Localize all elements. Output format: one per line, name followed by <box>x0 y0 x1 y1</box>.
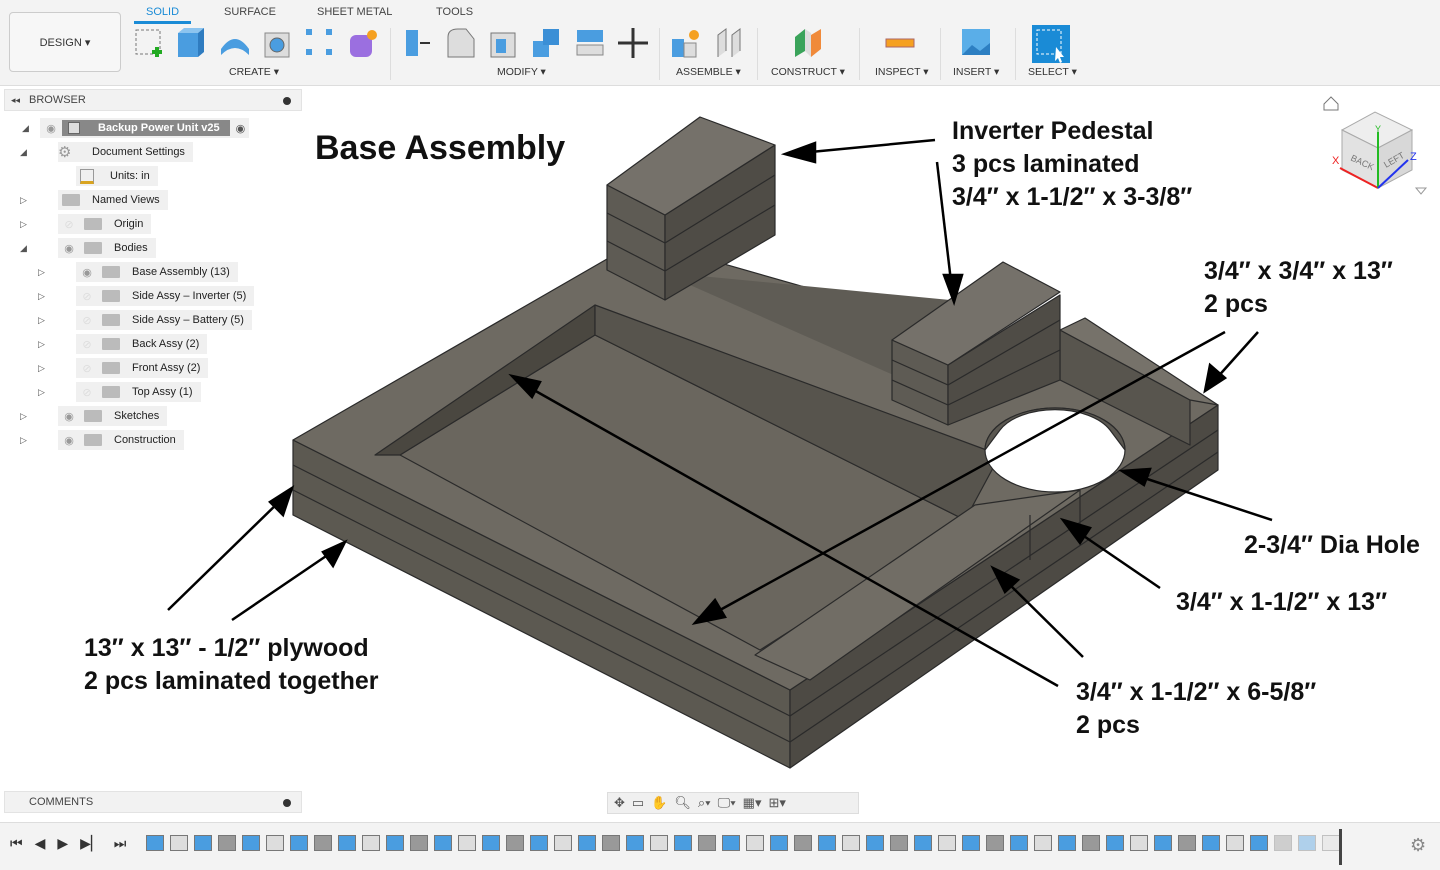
timeline-feature-icon[interactable] <box>410 835 428 851</box>
timeline-feature-icon[interactable] <box>890 835 908 851</box>
timeline-feature-icon[interactable] <box>458 835 476 851</box>
navigation-bar: ✥ ▭ ✋ 🔍︎ ⌕▾ 🖵▾ ▦▾ ⊞▾ <box>607 792 859 814</box>
timeline-feature-icon[interactable] <box>170 835 188 851</box>
timeline-feature-icon[interactable] <box>746 835 764 851</box>
timeline-feature-icon[interactable] <box>818 835 836 851</box>
timeline-feature-icon[interactable] <box>194 835 212 851</box>
home-icon <box>1323 96 1339 111</box>
timeline-feature-icon[interactable] <box>1010 835 1028 851</box>
timeline-feature-icon[interactable] <box>1322 835 1340 851</box>
timeline-feature-icon[interactable] <box>290 835 308 851</box>
timeline-feature-icon[interactable] <box>1250 835 1268 851</box>
timeline-feature-icon[interactable] <box>626 835 644 851</box>
timeline-settings-icon[interactable]: ⚙ <box>1410 835 1426 856</box>
timeline-feature-icon[interactable] <box>530 835 548 851</box>
zoom-icon[interactable]: 🔍︎ <box>674 795 691 811</box>
timeline-feature-icon[interactable] <box>482 835 500 851</box>
timeline: ⏮ ◀ ▶ ▶▏ ⏭ ⚙ <box>0 822 1440 870</box>
timeline-feature-icon[interactable] <box>1202 835 1220 851</box>
timeline-feature-icon[interactable] <box>1226 835 1244 851</box>
timeline-feature-icon[interactable] <box>938 835 956 851</box>
display-settings-icon[interactable]: 🖵▾ <box>718 795 736 811</box>
label-rail-13: 3/4″ x 3/4″ x 13″ 2 pcs <box>1204 257 1393 318</box>
timeline-feature-icon[interactable] <box>698 835 716 851</box>
label-rail-6-5-8: 3/4″ x 1-1/2″ x 6-5/8″ 2 pcs <box>1076 678 1317 739</box>
last-step-icon[interactable]: ⏭ <box>114 835 127 852</box>
timeline-feature-icon[interactable] <box>506 835 524 851</box>
label-hole: 2-3/4″ Dia Hole <box>1244 531 1420 559</box>
timeline-feature-icon[interactable] <box>770 835 788 851</box>
timeline-feature-icon[interactable] <box>674 835 692 851</box>
arrow-pedestal <box>799 138 936 155</box>
label-plywood: 13″ x 13″ - 1/2″ plywood 2 pcs laminated … <box>84 634 379 695</box>
viewcube[interactable]: BACK LEFT X Z Y <box>1320 90 1430 200</box>
timeline-feature-icon[interactable] <box>1106 835 1124 851</box>
timeline-feature-icon[interactable] <box>914 835 932 851</box>
label-pedestal: Inverter Pedestal 3 pcs laminated 3/4″ x 1… <box>952 117 1193 211</box>
timeline-feature-icon[interactable] <box>1082 835 1100 851</box>
timeline-feature-icon[interactable] <box>986 835 1004 851</box>
viewports-icon[interactable]: ⊞▾ <box>768 795 785 811</box>
timeline-feature-icon[interactable] <box>242 835 260 851</box>
timeline-feature-icon[interactable] <box>794 835 812 851</box>
timeline-feature-icon[interactable] <box>962 835 980 851</box>
grid-icon[interactable]: ▦▾ <box>743 795 762 811</box>
timeline-feature-icon[interactable] <box>1178 835 1196 851</box>
timeline-feature-icon[interactable] <box>1298 835 1316 851</box>
orbit-icon[interactable]: ✥ <box>614 795 625 811</box>
timeline-feature-icon[interactable] <box>218 835 236 851</box>
timeline-feature-icon[interactable] <box>1058 835 1076 851</box>
svg-text:Y: Y <box>1375 124 1381 134</box>
timeline-feature-icon[interactable] <box>434 835 452 851</box>
previous-step-icon[interactable]: ◀ <box>35 835 46 852</box>
timeline-feature-icon[interactable] <box>602 835 620 851</box>
next-step-icon[interactable]: ▶▏ <box>80 835 102 852</box>
timeline-feature-icon[interactable] <box>314 835 332 851</box>
svg-text:Z: Z <box>1410 151 1417 163</box>
timeline-feature-icon[interactable] <box>338 835 356 851</box>
play-icon[interactable]: ▶ <box>57 835 68 852</box>
timeline-feature-icon[interactable] <box>146 835 164 851</box>
svg-text:X: X <box>1332 155 1340 167</box>
timeline-feature-icon[interactable] <box>266 835 284 851</box>
timeline-marker[interactable] <box>1339 829 1342 865</box>
viewcube-menu-icon <box>1414 187 1428 195</box>
timeline-feature-icon[interactable] <box>362 835 380 851</box>
timeline-feature-icon[interactable] <box>650 835 668 851</box>
timeline-feature-icon[interactable] <box>722 835 740 851</box>
pan-icon[interactable]: ✋ <box>651 795 667 811</box>
timeline-feature-icon[interactable] <box>866 835 884 851</box>
timeline-feature-icon[interactable] <box>842 835 860 851</box>
timeline-feature-icon[interactable] <box>1154 835 1172 851</box>
timeline-feature-icon[interactable] <box>554 835 572 851</box>
fit-icon[interactable]: ⌕▾ <box>698 795 711 811</box>
first-step-icon[interactable]: ⏮ <box>10 835 23 852</box>
title-base-assembly: Base Assembly <box>315 129 566 167</box>
timeline-feature-icon[interactable] <box>1130 835 1148 851</box>
look-at-icon[interactable]: ▭ <box>632 795 644 811</box>
label-rail-1-5: 3/4″ x 1-1/2″ x 13″ <box>1176 588 1388 616</box>
timeline-feature-icon[interactable] <box>386 835 404 851</box>
timeline-feature-icon[interactable] <box>578 835 596 851</box>
timeline-feature-icon[interactable] <box>1274 835 1292 851</box>
timeline-feature-icon[interactable] <box>1034 835 1052 851</box>
